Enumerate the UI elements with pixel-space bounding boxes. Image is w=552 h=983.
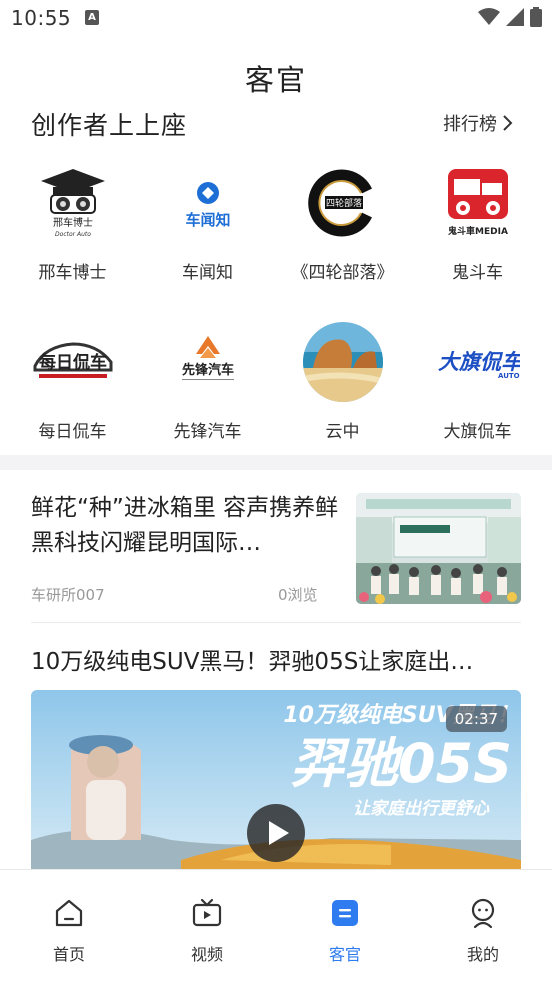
tab-video[interactable]: 视频 (167, 897, 247, 965)
play-icon (269, 821, 289, 845)
creator-name: 鬼斗车 (452, 263, 503, 283)
tab-label: 客官 (328, 945, 361, 964)
ranking-link[interactable]: 排行榜 (443, 110, 515, 136)
creator-logo: 四轮部落 (301, 161, 385, 245)
creator-item[interactable]: 云中 (275, 320, 410, 442)
creator-name: 云中 (325, 422, 360, 442)
creator-item[interactable]: 大旗侃车 AUTO 大旗侃车 (410, 320, 545, 442)
creator-logo: 每日侃车 (31, 320, 115, 404)
home-icon (55, 899, 83, 927)
creator-logo-text: 邢车博士 (53, 216, 93, 229)
video-card[interactable]: 10万级纯电SUV黑马！ 羿驰05S 让家庭出行更舒心 02:37 (31, 690, 521, 880)
creator-grid: 邢车博士 Doctor Auto 邢车博士 车闻知 车闻知 四轮部落 《四轮部落… (0, 155, 552, 455)
video-title[interactable]: 10万级纯电SUV黑马！羿驰05S让家庭出… (31, 642, 521, 676)
feed-divider (31, 622, 521, 623)
tab-home[interactable]: 首页 (29, 897, 109, 965)
creator-avatar (301, 320, 385, 404)
battery-icon (530, 7, 542, 27)
signal-icon (506, 8, 524, 26)
tab-label: 首页 (52, 945, 85, 964)
creator-item[interactable]: 四轮部落 《四轮部落》 (275, 161, 410, 283)
section-divider (0, 455, 552, 470)
creator-logo: 邢车博士 Doctor Auto (31, 161, 115, 245)
article-title: 鲜花“种”进冰箱里 容声携养鲜黑科技闪耀昆明国际… (31, 495, 339, 556)
wifi-icon (478, 8, 500, 25)
article-card[interactable]: 鲜花“种”进冰箱里 容声携养鲜黑科技闪耀昆明国际… 车研所007 0浏览 (31, 491, 521, 606)
tab-profile[interactable]: 我的 (443, 897, 523, 965)
creator-item[interactable]: 邢车博士 Doctor Auto 邢车博士 (5, 161, 140, 283)
svg-text:AUTO: AUTO (498, 372, 520, 380)
article-source: 车研所007 (31, 586, 105, 604)
creator-name: 大旗侃车 (443, 422, 512, 442)
creator-name: 《四轮部落》 (291, 263, 394, 283)
creator-name: 邢车博士 (38, 263, 107, 283)
bottom-tab-bar: 首页 视频 客官 我的 (0, 869, 552, 983)
ranking-label: 排行榜 (443, 114, 497, 135)
article-thumbnail (356, 493, 521, 604)
chevron-right-icon (503, 115, 513, 131)
video-overlay-line3: 让家庭出行更舒心 (353, 799, 490, 819)
creator-logo-text: 大旗侃车 (438, 350, 520, 374)
status-time: 10:55 (11, 6, 72, 30)
creator-logo: 先锋汽车 (166, 320, 250, 404)
tab-label: 视频 (190, 945, 223, 964)
creator-item[interactable]: 先锋汽车 先锋汽车 (140, 320, 275, 442)
video-icon (192, 898, 222, 927)
creator-logo-text: 每日侃车 (39, 352, 107, 373)
creator-item[interactable]: 车闻知 车闻知 (140, 161, 275, 283)
creator-logo: 大旗侃车 AUTO (436, 320, 520, 404)
article-views: 0浏览 (278, 586, 318, 604)
creator-logo: 鬼斗車MEDIA (436, 161, 520, 245)
creators-section-title: 创作者上上座 (31, 111, 188, 140)
tab-label: 我的 (466, 945, 499, 964)
status-icons (478, 7, 542, 27)
article-icon (332, 900, 358, 926)
notification-icon: A (85, 10, 99, 25)
video-overlay-line2: 羿驰05S (290, 732, 512, 795)
tab-article[interactable]: 客官 (305, 897, 385, 965)
play-button[interactable] (247, 804, 305, 862)
creator-logo-text: 先锋汽车 (181, 362, 233, 378)
creator-name: 先锋汽车 (173, 422, 242, 442)
svg-text:Doctor Auto: Doctor Auto (55, 231, 91, 238)
creator-logo-text: 车闻知 (185, 211, 230, 229)
creator-logo-text: 四轮部落 (325, 197, 361, 209)
creator-name: 每日侃车 (38, 422, 107, 442)
status-bar: 10:55 A (0, 0, 552, 38)
profile-icon (471, 898, 495, 929)
creator-name: 车闻知 (182, 263, 233, 283)
creator-item[interactable]: 鬼斗車MEDIA 鬼斗车 (410, 161, 545, 283)
creator-item[interactable]: 每日侃车 每日侃车 (5, 320, 140, 442)
page-title: 客官 (244, 63, 307, 97)
creator-logo-text: 鬼斗車MEDIA (448, 225, 508, 237)
video-duration: 02:37 (445, 706, 507, 732)
creator-logo: 车闻知 (166, 161, 250, 245)
